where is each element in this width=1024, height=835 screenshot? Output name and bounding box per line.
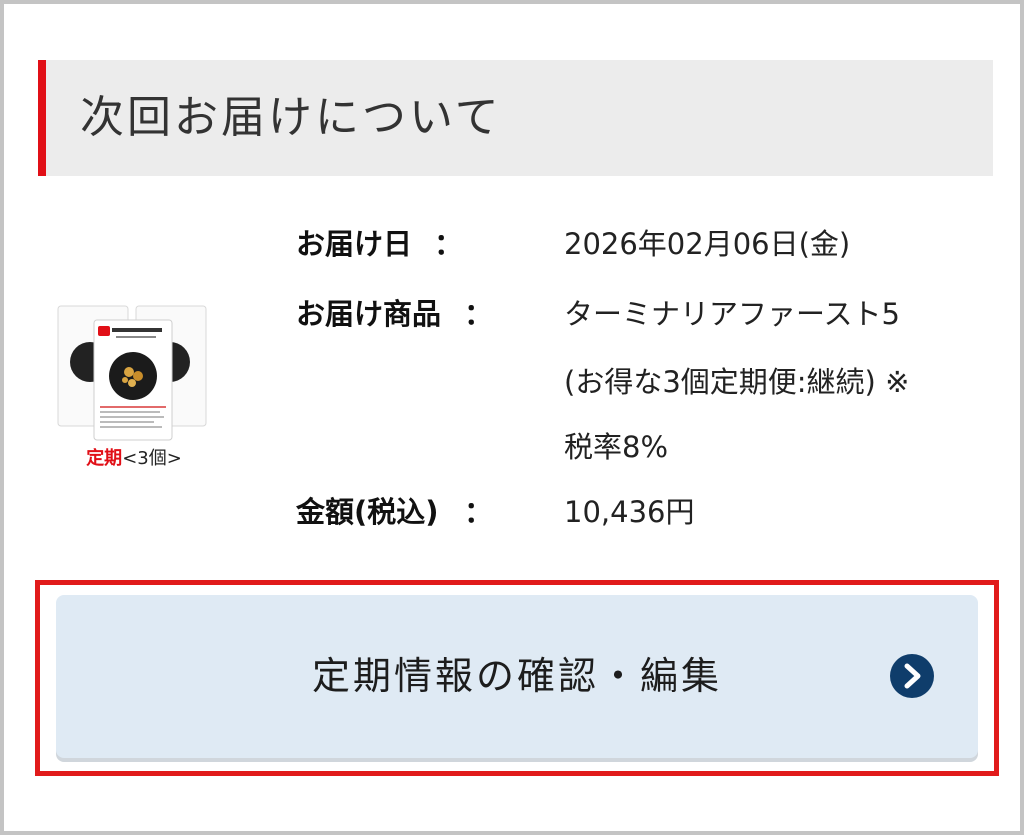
subscription-edit-button[interactable]: 定期情報の確認・編集 — [56, 595, 978, 758]
caption-quantity: <3個> — [122, 448, 182, 469]
section-title: 次回お届けについて — [80, 92, 502, 143]
section-header: 次回お届けについて — [38, 60, 993, 176]
delivery-date-colon: ： — [434, 227, 464, 261]
product-image — [57, 305, 207, 441]
delivery-item-label: お届け商品 — [296, 297, 442, 331]
delivery-item-line: ターミナリアファースト5 — [564, 297, 901, 331]
delivery-item-colon: ： — [464, 297, 494, 331]
price-value: 10,436円 — [564, 495, 695, 529]
subscription-edit-label: 定期情報の確認・編集 — [311, 654, 722, 698]
delivery-item-line: 税率8% — [564, 430, 669, 464]
price-label: 金額(税込) — [296, 495, 439, 529]
caption-subscription: 定期 — [86, 448, 123, 469]
chevron-right-circle-icon — [890, 654, 934, 698]
delivery-item-line: (お得な3個定期便:継続) ※ — [564, 365, 910, 399]
product-caption: 定期<3個> — [44, 444, 224, 470]
delivery-date-label: お届け日 — [296, 227, 413, 261]
page-frame: 次回お届けについて 定期<3個> お届け日 ： 2026年02月06日(金) お… — [0, 0, 1024, 835]
delivery-date-value: 2026年02月06日(金) — [564, 227, 851, 261]
price-colon: ： — [464, 495, 494, 529]
